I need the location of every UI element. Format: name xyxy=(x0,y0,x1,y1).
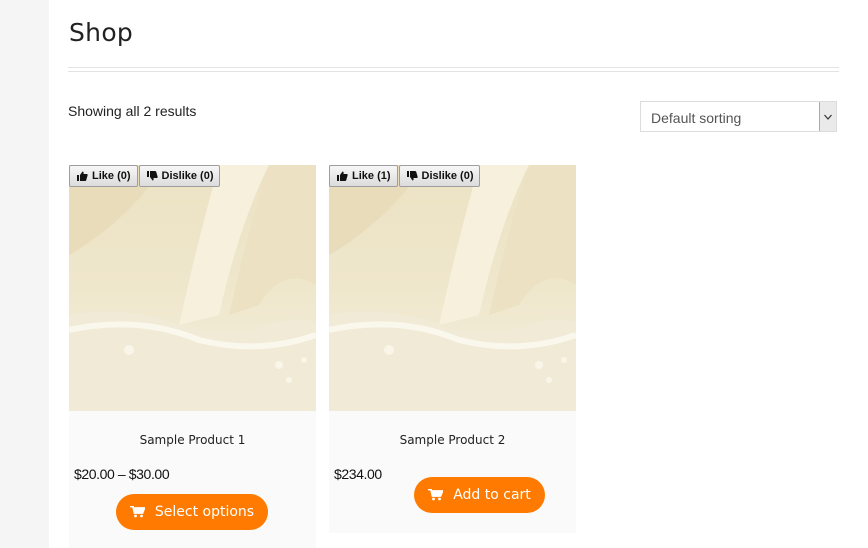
page-title: Shop xyxy=(69,18,134,47)
add-to-cart-button[interactable]: Add to cart xyxy=(414,477,545,513)
cart-icon xyxy=(428,489,444,501)
thumbs-down-icon xyxy=(406,171,418,181)
cart-icon xyxy=(129,506,145,518)
thumbs-up-icon xyxy=(337,171,348,181)
like-button[interactable]: Like (0) xyxy=(69,165,138,187)
like-button[interactable]: Like (1) xyxy=(329,165,398,187)
like-dislike-bar: Like (0) Dislike (0) xyxy=(69,165,221,187)
dislike-count-label: Dislike (0) xyxy=(161,170,214,182)
product-price: $234.00 xyxy=(334,466,382,482)
button-label: Select options xyxy=(154,504,255,520)
sorting-select[interactable]: Default sorting xyxy=(640,101,837,132)
chevron-down-icon[interactable] xyxy=(819,102,836,131)
product-image[interactable]: Like (1) Dislike (0) xyxy=(329,165,576,411)
dislike-button[interactable]: Dislike (0) xyxy=(398,165,481,187)
dislike-count-label: Dislike (0) xyxy=(421,170,474,182)
select-options-button[interactable]: Select options xyxy=(116,494,268,530)
result-count: Showing all 2 results xyxy=(68,103,197,119)
dislike-button[interactable]: Dislike (0) xyxy=(138,165,221,187)
product-image[interactable]: Like (0) Dislike (0) xyxy=(69,165,316,411)
button-label: Add to cart xyxy=(453,487,531,503)
product-card: Like (0) Dislike (0) Sample Product 1 $2… xyxy=(69,165,316,548)
product-price: $20.00 – $30.00 xyxy=(74,466,170,482)
like-count-label: Like (0) xyxy=(92,170,131,182)
thumbs-down-icon xyxy=(146,171,158,181)
product-title[interactable]: Sample Product 1 xyxy=(69,433,316,447)
thumbs-up-icon xyxy=(77,171,88,181)
product-title[interactable]: Sample Product 2 xyxy=(329,433,576,447)
product-card: Like (1) Dislike (0) Sample Product 2 $2… xyxy=(329,165,576,533)
sorting-selected-value: Default sorting xyxy=(651,110,742,126)
like-dislike-bar: Like (1) Dislike (0) xyxy=(329,165,481,187)
like-count-label: Like (1) xyxy=(352,170,391,182)
shop-page: Shop Showing all 2 results Default sorti… xyxy=(49,0,868,548)
title-divider xyxy=(68,67,839,72)
